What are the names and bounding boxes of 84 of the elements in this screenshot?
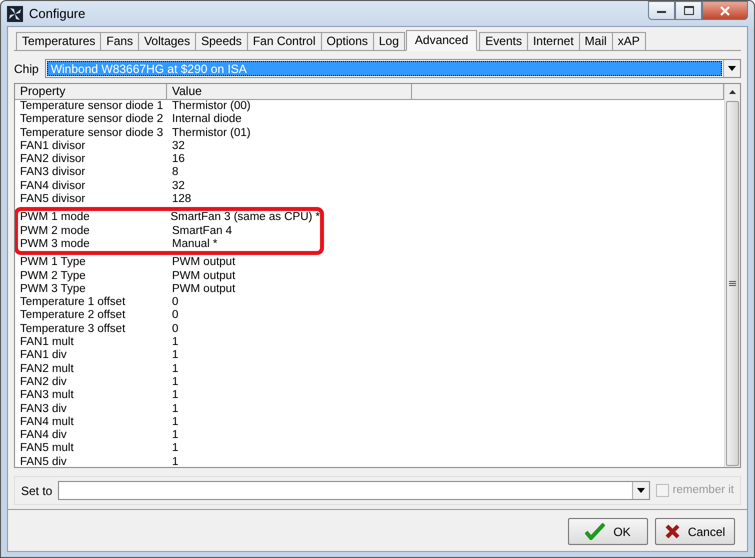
- checkmark-icon: [585, 523, 606, 540]
- table-cell: PWM output: [172, 282, 236, 296]
- tab[interactable]: Speeds: [195, 32, 248, 50]
- caret-icon: [728, 66, 736, 71]
- table-cell-text: FAN1 div: [20, 349, 68, 363]
- table-cell-text: Temperature sensor diode 3: [20, 126, 164, 140]
- table-cell-text: FAN5 div: [20, 456, 68, 467]
- chip-label: Chip: [14, 60, 39, 78]
- table-cell-text: FAN3 divisor: [20, 166, 86, 180]
- close-icon: [720, 6, 730, 16]
- table-cell: 0: [172, 322, 178, 336]
- table-cell-text: FAN4 divisor: [20, 180, 86, 194]
- table-cell: 1: [172, 456, 178, 467]
- fan-icon: [7, 6, 23, 22]
- table-cell: 128: [172, 193, 192, 206]
- table-cell-text: FAN2 div: [20, 376, 68, 390]
- tab[interactable]: Options: [320, 32, 374, 50]
- table-cell: 8: [172, 166, 178, 180]
- table-cell: 0: [172, 309, 178, 323]
- x-icon: [664, 524, 680, 539]
- minimize-button[interactable]: [648, 1, 675, 20]
- table-cell-text: PWM 1 Type: [20, 256, 87, 270]
- tab[interactable]: Temperatures: [16, 32, 102, 50]
- table-cell-text: Temperature sensor diode 1: [20, 100, 164, 114]
- up-arrow-icon: [729, 90, 736, 94]
- table-cell: 1: [172, 402, 178, 416]
- maximize-icon: [684, 6, 694, 15]
- column-header[interactable]: Value: [167, 84, 412, 100]
- table-cell-text: FAN5 divisor: [20, 193, 86, 206]
- set-to-combobox[interactable]: [58, 481, 650, 500]
- cancel-button[interactable]: Cancel: [655, 518, 735, 545]
- table-cell: 1: [172, 389, 178, 403]
- table-cell-text: FAN3 mult: [20, 389, 75, 403]
- tab[interactable]: Advanced: [406, 30, 478, 51]
- table-cell-text: FAN1 divisor: [20, 140, 86, 154]
- tab[interactable]: Voltages: [138, 32, 196, 50]
- table-cell: Thermistor (01): [172, 126, 251, 140]
- close-button[interactable]: [702, 1, 748, 20]
- table-cell: SmartFan 3 (same as CPU) *: [170, 211, 320, 225]
- table-cell-text: FAN1 mult: [20, 336, 75, 350]
- table-cell-text: PWM 1 mode: [20, 211, 91, 225]
- table-cell-text: PWM 2 Type: [20, 270, 87, 283]
- table-cell: Internal diode: [172, 113, 242, 127]
- checkbox-label: remember it: [672, 482, 734, 498]
- tab[interactable]: xAP: [612, 32, 646, 50]
- table-cell: 32: [172, 180, 185, 194]
- maximize-button[interactable]: [675, 1, 702, 20]
- caret-icon: [636, 488, 645, 493]
- table-cell: 1: [172, 376, 178, 390]
- table-cell-text: PWM 3 mode: [20, 238, 91, 252]
- table-cell: 1: [172, 349, 178, 363]
- window-title: Configure: [29, 4, 86, 23]
- set-to-label: Set to: [21, 482, 52, 500]
- table-cell: 32: [172, 140, 185, 154]
- table-cell-text: PWM 2 mode: [20, 224, 91, 238]
- table-cell-text: Temperature 1 offset: [20, 296, 126, 310]
- table-cell: Thermistor (00): [172, 100, 251, 114]
- scrollbar-thumb[interactable]: [726, 101, 739, 466]
- table-cell: 1: [172, 429, 178, 442]
- table-cell-text: Temperature 3 offset: [20, 322, 126, 336]
- table-cell-text: FAN4 div: [20, 429, 68, 442]
- table-cell-text: FAN2 divisor: [20, 153, 86, 166]
- table-cell: 1: [172, 442, 178, 456]
- table-cell: Manual *: [172, 238, 218, 252]
- column-header[interactable]: Property: [15, 84, 167, 100]
- table-cell: PWM output: [172, 256, 236, 270]
- table-cell: 16: [172, 153, 185, 166]
- table-cell-text: FAN4 mult: [20, 416, 75, 430]
- table-cell: 1: [172, 362, 178, 376]
- table-cell: 0: [172, 296, 178, 310]
- ok-button[interactable]: OK: [568, 518, 648, 545]
- table-cell-text: Temperature 2 offset: [20, 309, 126, 323]
- tab[interactable]: Events: [479, 32, 528, 50]
- tab[interactable]: Log: [372, 32, 405, 50]
- table-cell: 1: [172, 416, 178, 430]
- table-cell-text: FAN2 mult: [20, 362, 75, 376]
- table-cell-text: PWM 3 Type: [20, 282, 87, 296]
- table-cell: PWM output: [172, 270, 236, 283]
- table-cell-text: FAN3 div: [20, 402, 68, 416]
- table-cell: 1: [172, 336, 178, 350]
- table-cell: SmartFan 4: [172, 224, 232, 238]
- grip-icon: [729, 280, 736, 286]
- table-cell-text: Temperature sensor diode 2: [20, 113, 164, 127]
- table-cell-text: FAN5 mult: [20, 442, 75, 456]
